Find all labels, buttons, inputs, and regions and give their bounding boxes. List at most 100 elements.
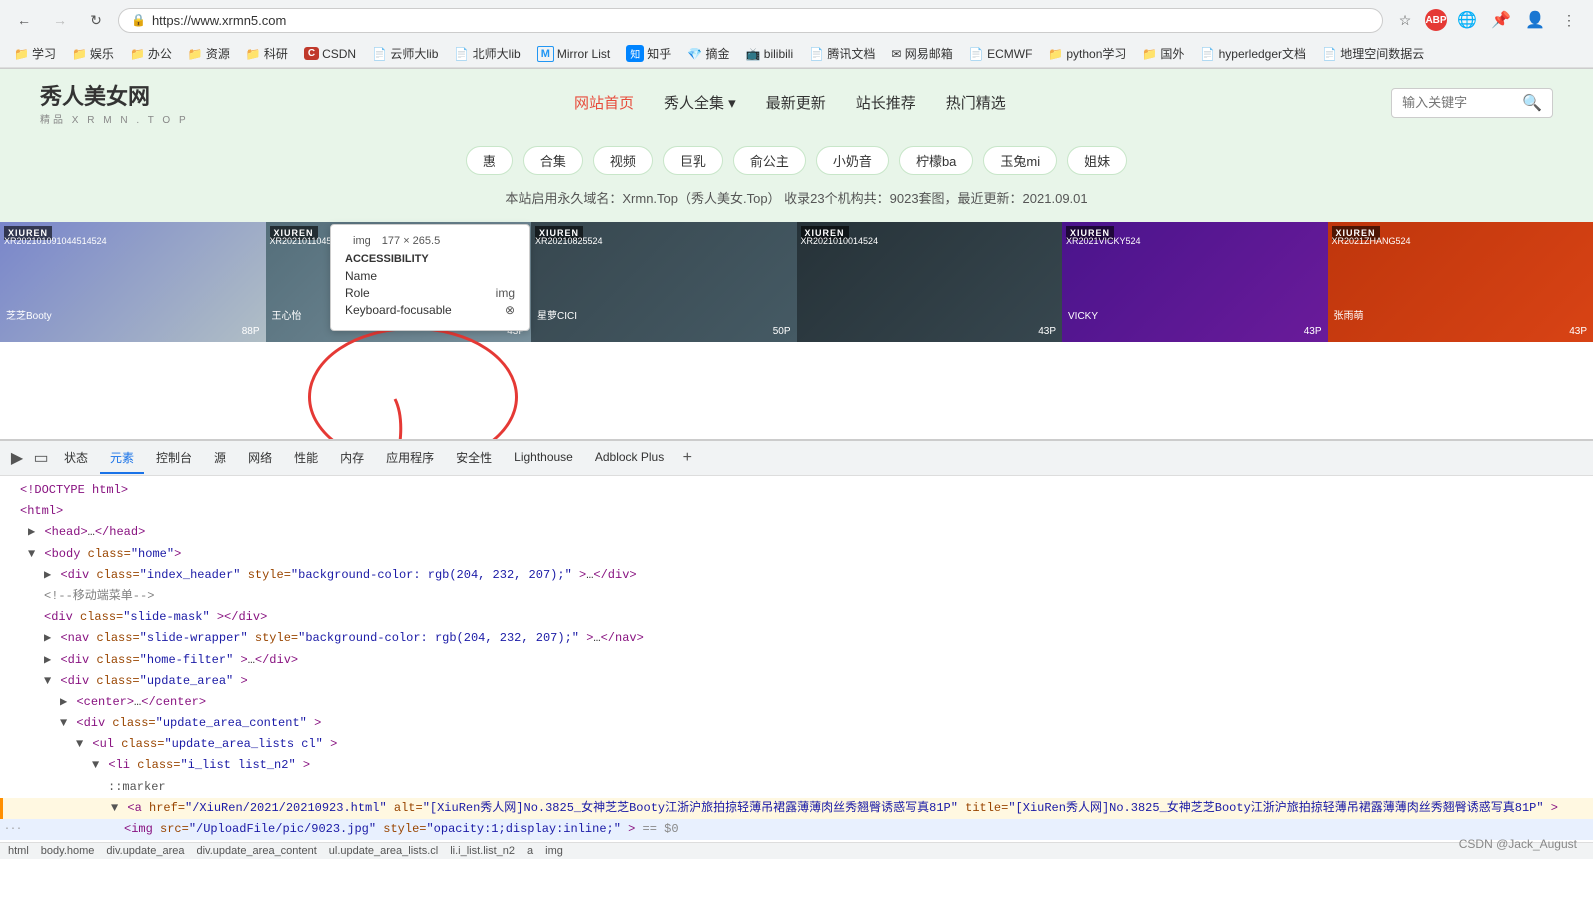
bookmark-mirror[interactable]: M Mirror List [531, 44, 617, 64]
code-marker: ::marker [0, 777, 1593, 798]
nav-home[interactable]: 网站首页 [574, 92, 634, 113]
menu-button[interactable]: ⋮ [1555, 6, 1583, 34]
tooltip-section: ACCESSIBILITY [345, 253, 515, 265]
tooltip-element-info: img 177 × 265.5 [345, 235, 515, 247]
tag-jiemei[interactable]: 姐妹 [1067, 146, 1127, 175]
forward-button[interactable]: → [46, 6, 74, 34]
tab-source[interactable]: 源 [204, 443, 236, 474]
tab-security[interactable]: 安全性 [446, 443, 502, 474]
code-line: ▶ <center>…</center> [0, 692, 1593, 713]
image-card-1[interactable]: XIUREN XR202101091044514524 芝芝Booty 88P [0, 222, 266, 342]
tag-yumi[interactable]: 玉兔mi [983, 146, 1057, 175]
tag-ningmeng[interactable]: 柠檬ba [899, 146, 973, 175]
bookmark-item[interactable]: 📁 python学习 [1042, 43, 1132, 64]
bookmark-item[interactable]: 📁 国外 [1136, 43, 1190, 64]
code-line: ▼ <ul class="update_area_lists cl" > [0, 734, 1593, 755]
tags-section: 惠 合集 视频 巨乳 俞公主 小奶音 柠檬ba 玉兔mi 姐妹 本站启用永久域名… [0, 136, 1593, 222]
bookmark-csdn[interactable]: C CSDN [298, 45, 362, 63]
bookmark-item[interactable]: 📄 地理空间数据云 [1316, 43, 1430, 64]
img-label: 王心怡 [272, 307, 302, 322]
tag-xiaonaiyin[interactable]: 小奶音 [816, 146, 889, 175]
bookmark-item[interactable]: 📁 学习 [8, 43, 62, 64]
watermark: CSDN @Jack_August [1459, 837, 1577, 851]
tag-heji[interactable]: 合集 [523, 146, 583, 175]
tag-juru[interactable]: 巨乳 [663, 146, 723, 175]
tooltip-dimensions: 177 × 265.5 [382, 235, 440, 247]
folder-icon: 📁 [1142, 47, 1157, 61]
bookmark-item[interactable]: 📁 科研 [240, 43, 294, 64]
tag-yugongzhu[interactable]: 俞公主 [733, 146, 806, 175]
devtools-content[interactable]: <!DOCTYPE html> <html> ▶ <head>…</head> … [0, 476, 1593, 842]
image-card-4[interactable]: XIUREN XR2021010014524 43P [797, 222, 1063, 342]
bookmark-item[interactable]: 💎 摘金 [681, 43, 735, 64]
image-card-6[interactable]: XIUREN XR2021ZHANG524 张雨萌 43P [1328, 222, 1593, 342]
extension-btn-1[interactable]: ABP [1425, 9, 1447, 31]
address-url: https://www.xrmn5.com [152, 13, 1370, 28]
bookmark-item[interactable]: 📁 办公 [124, 43, 178, 64]
code-line: ▶ <head>…</head> [0, 522, 1593, 543]
tab-application[interactable]: 应用程序 [376, 443, 444, 474]
bookmark-item[interactable]: ✉ 网易邮箱 [885, 43, 958, 64]
images-grid: XIUREN XR202101091044514524 芝芝Booty 88P … [0, 222, 1593, 342]
tab-network[interactable]: 网络 [238, 443, 282, 474]
folder-icon: 📁 [246, 47, 261, 61]
nav-recommend[interactable]: 站长推荐 [856, 92, 916, 113]
image-card-3[interactable]: XIUREN XR20210825524 星萝CICI 50P [531, 222, 797, 342]
tags-row: 惠 合集 视频 巨乳 俞公主 小奶音 柠檬ba 玉兔mi 姐妹 [466, 146, 1127, 175]
status-li: li.i_list.list_n2 [450, 845, 515, 857]
tab-lighthouse[interactable]: Lighthouse [504, 444, 583, 472]
add-tab-icon[interactable]: + [676, 447, 698, 469]
reload-button[interactable]: ↻ [82, 6, 110, 34]
search-icon[interactable]: 🔍 [1522, 93, 1542, 113]
inspect-icon[interactable]: ▭ [30, 447, 52, 469]
nav-latest[interactable]: 最新更新 [766, 92, 826, 113]
tab-memory[interactable]: 内存 [330, 443, 374, 474]
star-button[interactable]: ☆ [1391, 6, 1419, 34]
tab-elements[interactable]: 元素 [100, 443, 144, 474]
tab-status[interactable]: 状态 [54, 443, 98, 474]
subtitle: XR2021ZHANG524 [1332, 236, 1411, 246]
cursor-icon[interactable]: ▶ [6, 447, 28, 469]
img-count: 43P [1569, 326, 1587, 337]
extension-btn-3[interactable]: 📌 [1487, 6, 1515, 34]
devtools-statusbar: html body.home div.update_area div.updat… [0, 842, 1593, 859]
red-arrow [355, 389, 435, 439]
subtitle: XR202101091044514524 [4, 236, 107, 246]
img-count: 50P [773, 326, 791, 337]
folder-icon: 📁 [14, 47, 29, 61]
tooltip-keyboard-row: Keyboard-focusable ⊗ [345, 303, 515, 317]
img-count: 88P [242, 326, 260, 337]
site-search[interactable]: 🔍 [1391, 88, 1553, 118]
tab-performance[interactable]: 性能 [284, 443, 328, 474]
tag-video[interactable]: 视频 [593, 146, 653, 175]
bookmark-item[interactable]: 📁 娱乐 [66, 43, 120, 64]
image-card-5[interactable]: XIUREN XR2021VICKY524 VICKY 43P [1062, 222, 1328, 342]
back-button[interactable]: ← [10, 6, 38, 34]
bookmark-item[interactable]: 📄 ECMWF [963, 45, 1039, 63]
bookmark-item[interactable]: 📄 腾讯文档 [803, 43, 881, 64]
folder-icon: 📁 [188, 47, 203, 61]
bookmark-item[interactable]: 📄 北师大lib [448, 43, 526, 64]
devtools-tabs: ▶ ▭ 状态 元素 控制台 源 网络 性能 内存 应用程序 安全性 Lighth… [0, 441, 1593, 476]
bookmark-zhihu[interactable]: 知 知乎 [620, 43, 677, 64]
bookmark-item[interactable]: 📄 云师大lib [366, 43, 444, 64]
tag-hui[interactable]: 惠 [466, 146, 513, 175]
img-count: 43P [1038, 326, 1056, 337]
bookmark-bilibili[interactable]: 📺 bilibili [740, 45, 800, 63]
bookmark-item[interactable]: 📄 hyperledger文档 [1194, 43, 1312, 64]
tooltip-role-row: Role img [345, 286, 515, 300]
tab-adblock[interactable]: Adblock Plus [585, 444, 674, 472]
tab-console[interactable]: 控制台 [146, 443, 202, 474]
address-bar[interactable]: 🔒 https://www.xrmn5.com [118, 8, 1383, 33]
element-tooltip: img 177 × 265.5 ACCESSIBILITY Name Role … [330, 224, 530, 331]
code-line: ▶ <div class="home-filter" >…</div> [0, 650, 1593, 671]
nav-hot[interactable]: 热门精选 [946, 92, 1006, 113]
folder-icon: 📁 [130, 47, 145, 61]
bookmark-item[interactable]: 📁 资源 [182, 43, 236, 64]
extension-btn-2[interactable]: 🌐 [1453, 6, 1481, 34]
search-input[interactable] [1402, 95, 1522, 110]
nav-all[interactable]: 秀人全集 ▾ [664, 92, 736, 113]
img-label: VICKY [1068, 311, 1098, 322]
extension-btn-4[interactable]: 👤 [1521, 6, 1549, 34]
site-nav: 网站首页 秀人全集 ▾ 最新更新 站长推荐 热门精选 [574, 92, 1006, 113]
